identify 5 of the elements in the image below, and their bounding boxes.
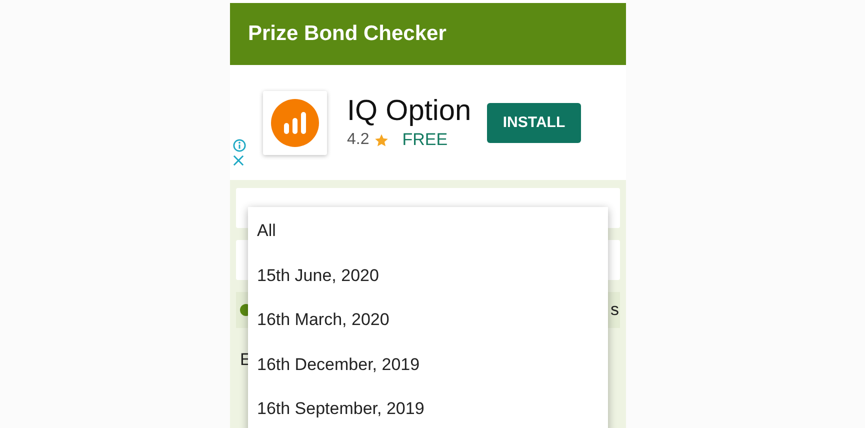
radio-label: s [610,300,619,320]
price: FREE [402,130,448,150]
app-title: Prize Bond Checker [248,22,446,46]
rating: 4.2 [347,131,370,149]
app-name: IQ Option [347,95,472,128]
